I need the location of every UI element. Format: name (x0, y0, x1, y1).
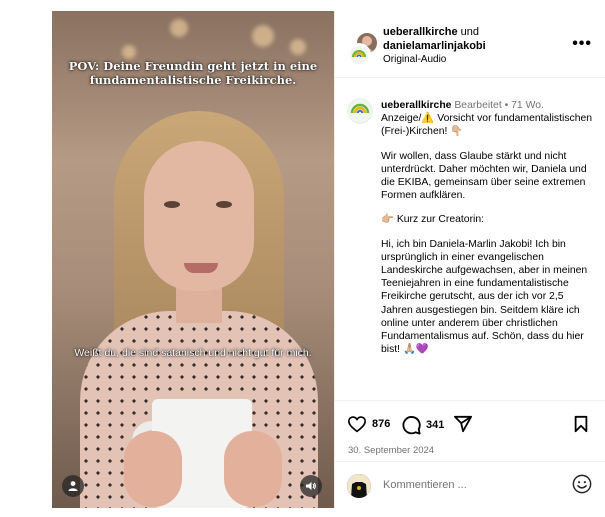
caption-line: Anzeige/⚠️ Vorsicht vor fundamentalistis… (381, 113, 593, 138)
separator-dot: • (504, 100, 509, 111)
video-player[interactable]: POV: Deine Freundin geht jetzt in eine f… (52, 11, 334, 508)
mute-button[interactable] (300, 475, 322, 497)
share-button[interactable] (453, 415, 473, 433)
more-options-button[interactable]: ••• (572, 35, 592, 53)
bokeh-light (290, 39, 306, 55)
author-link[interactable]: danielamarlinjakobi (383, 39, 573, 53)
author-link[interactable]: ueberallkirche (383, 26, 458, 38)
share-icon (454, 415, 472, 433)
comment-count: 341 (426, 419, 445, 431)
post-age: 71 Wo. (511, 100, 544, 111)
like-button[interactable]: 876 (347, 415, 390, 433)
caption-text: ueberallkirche Bearbeitet • 71 Wo. Anzei… (381, 99, 595, 367)
author-joiner: und (457, 26, 480, 38)
bokeh-light (122, 45, 136, 59)
save-button[interactable] (573, 415, 589, 433)
comment-button[interactable]: 341 (401, 415, 444, 435)
emoji-icon[interactable] (572, 474, 592, 494)
comment-icon (402, 416, 421, 435)
heart-icon (347, 416, 367, 433)
like-count: 876 (372, 418, 391, 430)
bookmark-icon (574, 415, 588, 433)
caption-paragraph: Hi, ich bin Daniela-Marlin Jakobi! Ich b… (381, 238, 588, 356)
avatar[interactable] (347, 43, 371, 67)
post-date: 30. September 2024 (348, 445, 435, 456)
speaker-icon (306, 482, 316, 490)
post-sidebar: ueberallkirche und danielamarlinjakobi O… (334, 11, 605, 508)
video-subtitle: Weißt du, die sind satanisch und nicht g… (74, 347, 312, 359)
post-header: ueberallkirche und danielamarlinjakobi O… (335, 11, 605, 78)
avatar (347, 474, 371, 498)
person-hand (224, 431, 282, 507)
comment-box: Kommentieren ... (335, 461, 605, 509)
collab-avatars[interactable] (347, 31, 379, 67)
user-tag-button[interactable] (62, 475, 84, 497)
audio-link[interactable]: Original-Audio (383, 53, 573, 67)
bokeh-light (170, 19, 188, 37)
caption-paragraph: 👉🏼 Kurz zur Creatorin: (381, 214, 485, 226)
avatar[interactable] (347, 98, 373, 124)
bokeh-light (252, 25, 274, 47)
person-eye (216, 201, 232, 208)
edited-label: Bearbeitet (454, 100, 502, 111)
caption-paragraph: Wir wollen, dass Glaube stärkt und nicht… (381, 150, 587, 202)
caption-area: ueberallkirche Bearbeitet • 71 Wo. Anzei… (335, 78, 605, 400)
person-mouth (184, 263, 218, 273)
user-tag-icon (68, 481, 78, 491)
person-hand (124, 431, 182, 507)
post-authors: ueberallkirche und danielamarlinjakobi O… (383, 25, 573, 67)
rainbow-logo-icon (350, 46, 368, 64)
action-bar: 876 341 30. September 2024 (335, 400, 605, 461)
comment-input[interactable]: Kommentieren ... (383, 479, 467, 491)
person-eye (164, 201, 180, 208)
caption-username[interactable]: ueberallkirche (381, 100, 451, 111)
video-overlay-title: POV: Deine Freundin geht jetzt in eine f… (68, 59, 318, 87)
post-container: POV: Deine Freundin geht jetzt in eine f… (52, 11, 605, 508)
